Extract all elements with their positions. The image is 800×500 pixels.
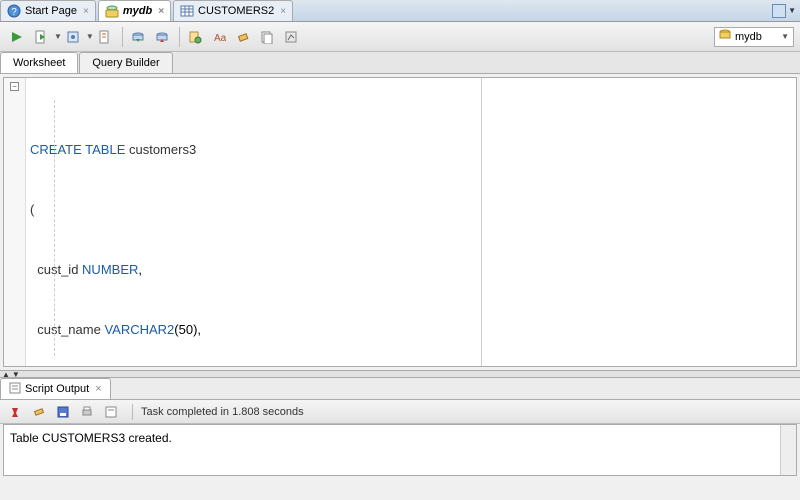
tab-mydb[interactable]: mydb × xyxy=(98,0,171,21)
tab-customers2[interactable]: CUSTOMERS2 × xyxy=(173,0,293,21)
code-area[interactable]: CREATE TABLE customers3 ( cust_id NUMBER… xyxy=(26,78,481,366)
svg-text:?: ? xyxy=(11,7,17,18)
resize-handle[interactable]: ▲▼ xyxy=(0,370,800,378)
close-icon[interactable]: × xyxy=(158,6,164,17)
file-tabs: ? Start Page × mydb × CUSTOMERS2 × ▼ xyxy=(0,0,800,22)
clear-output-button[interactable] xyxy=(28,401,50,423)
clear-button[interactable] xyxy=(232,26,254,48)
history-button[interactable] xyxy=(256,26,278,48)
commit-button[interactable] xyxy=(127,26,149,48)
tab-label: Script Output xyxy=(25,383,89,395)
output-toolbar: Task completed in 1.808 seconds xyxy=(0,400,800,424)
editor-gutter: − xyxy=(4,78,26,366)
help-icon: ? xyxy=(7,4,21,18)
tab-script-output[interactable]: Script Output × xyxy=(0,378,111,399)
chevron-down-icon[interactable]: ▼ xyxy=(54,32,62,41)
unshared-button[interactable] xyxy=(184,26,206,48)
chevron-down-icon: ▼ xyxy=(781,32,789,41)
connection-label: mydb xyxy=(735,31,762,43)
indent-guide xyxy=(54,100,55,356)
close-icon[interactable]: × xyxy=(95,383,101,395)
chevron-down-icon[interactable]: ▼ xyxy=(86,32,94,41)
tab-label: Start Page xyxy=(25,5,77,17)
print-button[interactable] xyxy=(76,401,98,423)
tab-query-builder[interactable]: Query Builder xyxy=(79,52,172,73)
editor-secondary-pane xyxy=(481,78,796,366)
autotrace-button[interactable] xyxy=(94,26,116,48)
sql-editor[interactable]: − CREATE TABLE customers3 ( cust_id NUMB… xyxy=(3,77,797,367)
close-icon[interactable]: × xyxy=(280,6,286,17)
sql-tuning-button[interactable] xyxy=(280,26,302,48)
buffer-button[interactable] xyxy=(100,401,122,423)
output-tabs: Script Output × xyxy=(0,378,800,400)
fold-icon[interactable]: − xyxy=(10,82,19,91)
db-sql-icon xyxy=(105,4,119,18)
separator xyxy=(179,27,180,47)
tab-label: CUSTOMERS2 xyxy=(198,5,274,17)
output-text: Table CUSTOMERS3 created. xyxy=(10,431,172,445)
run-button[interactable] xyxy=(6,26,28,48)
window-controls: ▼ xyxy=(772,0,800,21)
script-icon xyxy=(9,382,21,397)
rollback-button[interactable] xyxy=(151,26,173,48)
run-script-button[interactable] xyxy=(30,26,52,48)
maximize-icon[interactable] xyxy=(772,4,786,18)
status-text: Task completed in 1.808 seconds xyxy=(141,406,304,418)
connection-selector[interactable]: mydb ▼ xyxy=(714,27,794,47)
close-icon[interactable]: × xyxy=(83,6,89,17)
tab-worksheet[interactable]: Worksheet xyxy=(0,52,78,73)
scrollbar[interactable] xyxy=(780,425,796,475)
tab-label: mydb xyxy=(123,5,152,17)
output-body: Table CUSTOMERS3 created. xyxy=(3,424,797,476)
pin-button[interactable] xyxy=(4,401,26,423)
table-icon xyxy=(180,4,194,18)
to-upper-button[interactable]: Aa xyxy=(208,26,230,48)
save-output-button[interactable] xyxy=(52,401,74,423)
separator xyxy=(132,404,133,420)
explain-plan-button[interactable] xyxy=(62,26,84,48)
chevron-down-icon[interactable]: ▼ xyxy=(788,6,796,15)
sql-toolbar: ▼ ▼ Aa mydb ▼ xyxy=(0,22,800,52)
tab-start-page[interactable]: ? Start Page × xyxy=(0,0,96,21)
worksheet-tabs: Worksheet Query Builder xyxy=(0,52,800,74)
db-icon xyxy=(719,29,731,44)
svg-text:Aa: Aa xyxy=(214,33,226,44)
separator xyxy=(122,27,123,47)
